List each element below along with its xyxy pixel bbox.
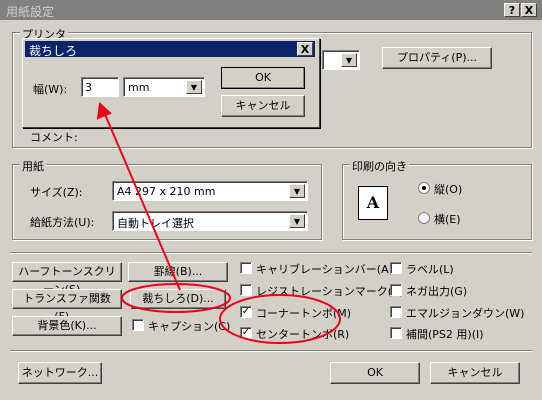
annotation-arrowhead [96, 102, 112, 120]
annotation-circle-crop-marks [219, 294, 341, 344]
annotation-circle-trim [121, 283, 231, 313]
annotation-overlay [96, 102, 341, 344]
annotation-arrow [103, 111, 181, 291]
